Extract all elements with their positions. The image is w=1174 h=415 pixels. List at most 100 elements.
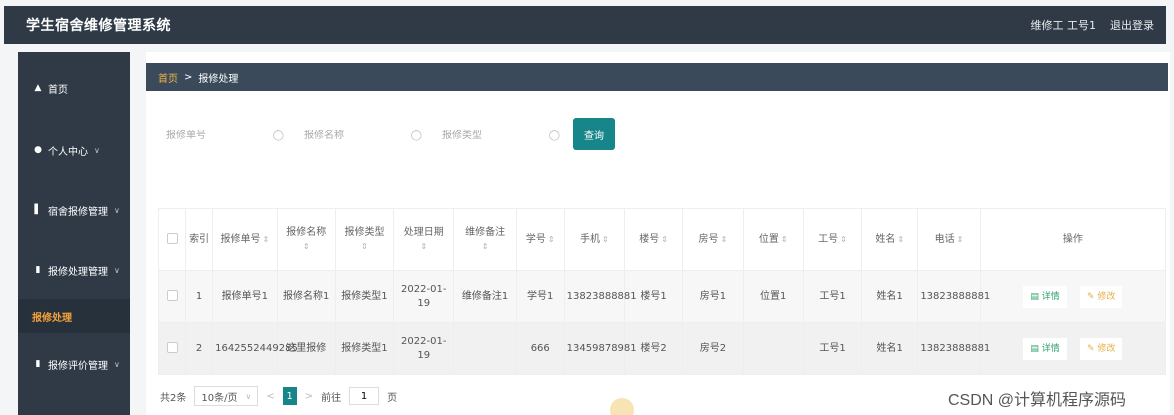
sort-icon: ⇕ bbox=[956, 234, 964, 244]
cell-index: 1 bbox=[185, 270, 214, 323]
cell-student-no: 666 bbox=[515, 322, 565, 375]
chevron-down-icon: ∨ bbox=[114, 265, 120, 275]
row-checkbox[interactable] bbox=[166, 290, 178, 301]
sidebar-item-repair-evaluation[interactable]: ▮ 报修评价管理 ∨ bbox=[18, 344, 130, 384]
cell-tel: 13823888881 bbox=[917, 270, 990, 323]
header-order-no[interactable]: 报修单号 ⇕ bbox=[212, 208, 278, 271]
chart-icon: ▌ bbox=[34, 205, 42, 215]
goto-prefix: 前往 bbox=[321, 392, 342, 404]
page-size-select[interactable]: 10条/页 ∨ bbox=[194, 386, 259, 406]
cell-position: 位置1 bbox=[742, 270, 804, 323]
breadcrumb-current: 报修处理 bbox=[198, 73, 239, 85]
header-tel[interactable]: 电话 ⇕ bbox=[917, 208, 981, 271]
sort-icon: ⇕ bbox=[481, 241, 489, 251]
goto-page-input[interactable] bbox=[349, 387, 380, 405]
detail-icon: ▤ bbox=[1030, 343, 1039, 354]
cell-phone: 13459878981 bbox=[563, 322, 637, 375]
cell-worker-name: 姓名1 bbox=[861, 322, 919, 375]
cell-process-date: 2022-01-19 bbox=[393, 270, 455, 323]
sort-icon: ⇕ bbox=[840, 234, 847, 244]
cell-repair-note: 维修备注1 bbox=[453, 270, 517, 323]
header-worker-no[interactable]: 工号 ⇕ bbox=[802, 208, 863, 271]
header-repair-type[interactable]: 报修类型 ⇕ bbox=[334, 208, 395, 271]
table-row: 1 报修单号1 报修名称1 报修类型1 2022-01-19 维修备注1 学号1… bbox=[157, 270, 1167, 323]
cell-order-no: 1642552449285 bbox=[212, 322, 298, 375]
user-icon: ● bbox=[34, 145, 42, 155]
cell-repair-note bbox=[453, 322, 517, 375]
breadcrumb: 首页 > 报修处理 bbox=[146, 63, 1168, 91]
search-icon: ◯ bbox=[548, 129, 560, 141]
row-select-cell bbox=[157, 322, 187, 375]
goto-suffix: 页 bbox=[387, 392, 398, 404]
home-icon: ▲ bbox=[34, 83, 42, 93]
cell-worker-name: 姓名1 bbox=[861, 270, 919, 323]
cell-room: 房号2 bbox=[682, 322, 744, 375]
header-room[interactable]: 房号 ⇕ bbox=[682, 208, 744, 271]
search-order-no: ◯ bbox=[166, 120, 288, 150]
edit-icon: ✎ bbox=[1086, 291, 1095, 302]
sidebar: ▲ 首页 ● 个人中心 ∨ ▌ 宿舍报修管理 ∨ ▮ 报修处理管理 ∨ 报修处理… bbox=[18, 52, 130, 415]
header-student-no[interactable]: 学号 ⇕ bbox=[515, 208, 565, 271]
header-phone[interactable]: 手机 ⇕ bbox=[563, 208, 625, 271]
header-repair-note[interactable]: 维修备注 ⇕ bbox=[453, 208, 517, 271]
sort-icon: ⇕ bbox=[547, 234, 555, 244]
clipboard-icon: ▮ bbox=[35, 359, 41, 369]
detail-button[interactable]: ▤ 详情 bbox=[1023, 337, 1067, 360]
sidebar-item-label: 报修评价管理 bbox=[48, 360, 108, 372]
sidebar-subitem-repair-processing[interactable]: 报修处理 bbox=[18, 299, 130, 333]
sidebar-item-label: 个人中心 bbox=[48, 146, 88, 158]
search-icon: ◯ bbox=[272, 129, 284, 141]
floating-button[interactable] bbox=[610, 398, 634, 415]
repair-table: 索引 报修单号 ⇕ 报修名称 ⇕ 报修类型 ⇕ 处理日期 ⇕ 维修备注 ⇕ 学号 ⇕ 手机 ⇕… bbox=[157, 208, 1167, 375]
header-position[interactable]: 位置 ⇕ bbox=[742, 208, 804, 271]
sort-icon: ⇕ bbox=[302, 241, 310, 251]
cell-worker-no: 工号1 bbox=[802, 270, 863, 323]
next-page-icon[interactable]: > bbox=[305, 391, 313, 402]
header-building[interactable]: 楼号 ⇕ bbox=[623, 208, 684, 271]
search-repair-type: ◯ bbox=[442, 120, 564, 150]
logout-link[interactable]: 退出登录 bbox=[1110, 17, 1154, 33]
breadcrumb-home[interactable]: 首页 bbox=[158, 70, 178, 85]
repair-type-input[interactable] bbox=[442, 129, 542, 141]
repair-name-input[interactable] bbox=[304, 129, 404, 141]
prev-page-icon[interactable]: < bbox=[266, 391, 274, 402]
page-number-current[interactable]: 1 bbox=[282, 387, 297, 405]
edit-button[interactable]: ✎ 修改 bbox=[1079, 285, 1123, 308]
cell-index: 2 bbox=[185, 322, 214, 375]
current-user[interactable]: 维修工 工号1 bbox=[1031, 17, 1097, 33]
clipboard-icon: ▮ bbox=[35, 265, 41, 275]
cell-student-no: 学号1 bbox=[515, 270, 565, 323]
detail-icon: ▤ bbox=[1030, 291, 1039, 302]
header-worker-name[interactable]: 姓名 ⇕ bbox=[861, 208, 919, 271]
cell-process-date: 2022-01-19 bbox=[393, 322, 455, 375]
cell-ops: ▤ 详情 ✎ 修改 bbox=[979, 322, 1167, 375]
sort-icon: ⇕ bbox=[897, 234, 905, 244]
header-repair-name[interactable]: 报修名称 ⇕ bbox=[276, 208, 336, 271]
sidebar-item-label: 报修处理管理 bbox=[48, 266, 108, 278]
sort-icon: ⇕ bbox=[780, 234, 788, 244]
header-process-date[interactable]: 处理日期 ⇕ bbox=[393, 208, 455, 271]
search-icon: ◯ bbox=[410, 129, 422, 141]
sidebar-item-home[interactable]: ▲ 首页 bbox=[18, 68, 130, 108]
sort-icon: ⇕ bbox=[720, 234, 728, 244]
chevron-down-icon: ∨ bbox=[114, 205, 120, 215]
detail-button[interactable]: ▤ 详情 bbox=[1023, 285, 1067, 308]
header-ops: 操作 bbox=[979, 208, 1167, 271]
order-no-input[interactable] bbox=[166, 129, 266, 141]
total-count: 共2条 bbox=[160, 392, 187, 404]
header-user-area: 维修工 工号1 退出登录 bbox=[1031, 17, 1155, 33]
sort-icon: ⇕ bbox=[601, 234, 609, 244]
select-all-checkbox[interactable] bbox=[166, 233, 178, 244]
app-title: 学生宿舍维修管理系统 bbox=[26, 18, 171, 34]
query-button[interactable]: 查询 bbox=[573, 118, 615, 150]
sidebar-item-dorm-repair[interactable]: ▌ 宿舍报修管理 ∨ bbox=[18, 190, 130, 230]
table-header-row: 索引 报修单号 ⇕ 报修名称 ⇕ 报修类型 ⇕ 处理日期 ⇕ 维修备注 ⇕ 学号 ⇕ 手机 ⇕… bbox=[157, 208, 1167, 271]
cell-repair-name: 报修名称1 bbox=[276, 270, 336, 323]
sidebar-item-repair-processing[interactable]: ▮ 报修处理管理 ∨ bbox=[18, 250, 130, 290]
edit-button[interactable]: ✎ 修改 bbox=[1079, 337, 1123, 360]
search-repair-name: ◯ bbox=[304, 120, 426, 150]
breadcrumb-separator: > bbox=[184, 71, 193, 83]
chevron-down-icon: ∨ bbox=[114, 359, 120, 369]
sidebar-item-personal-center[interactable]: ● 个人中心 ∨ bbox=[18, 130, 130, 170]
row-checkbox[interactable] bbox=[166, 342, 178, 353]
